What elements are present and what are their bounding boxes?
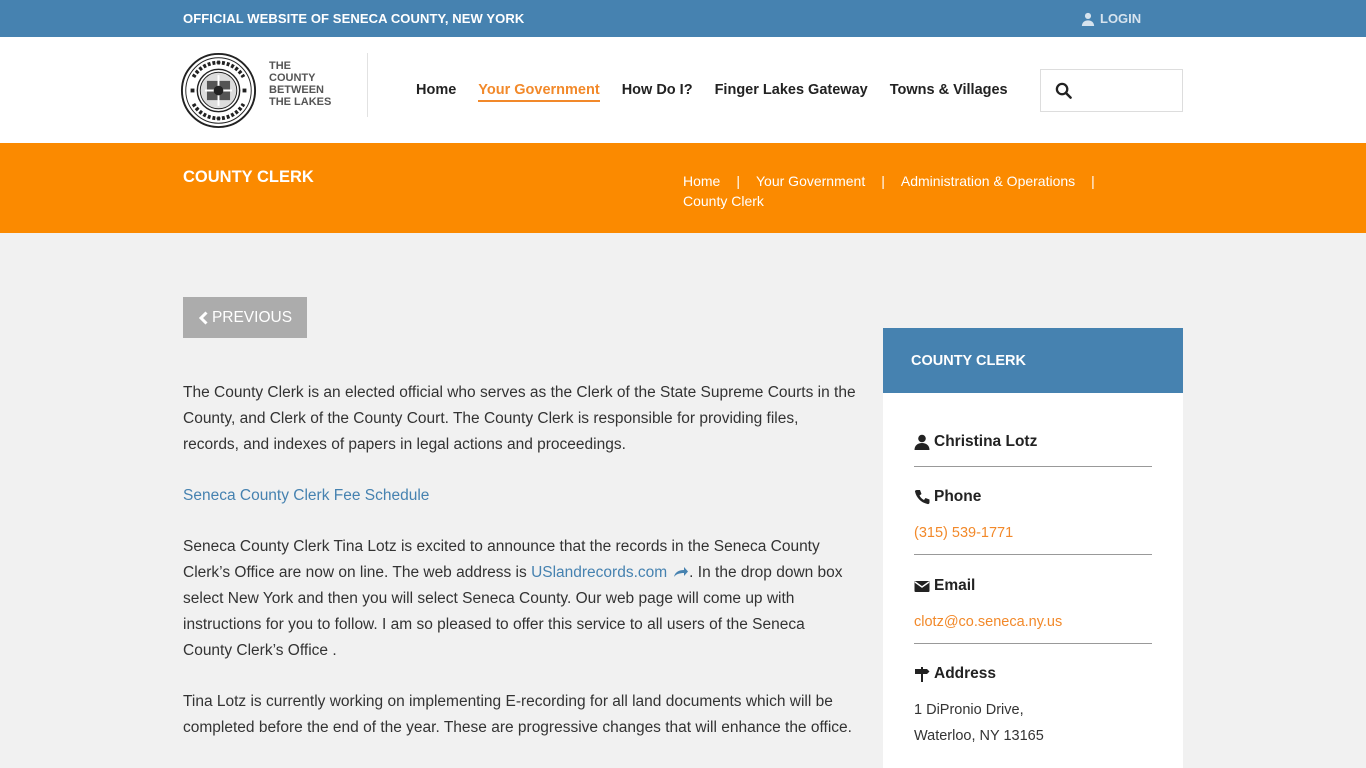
tagline-line: THE xyxy=(269,60,291,72)
official-website-label: OFFICIAL WEBSITE OF SENECA COUNTY, NEW Y… xyxy=(183,11,525,26)
phone-label-text: Phone xyxy=(934,488,982,505)
nav-your-government[interactable]: Your Government xyxy=(478,82,600,102)
nav-how-do-i[interactable]: How Do I? xyxy=(622,82,693,102)
contact-name-item: Christina Lotz xyxy=(914,433,1152,451)
envelope-icon xyxy=(914,581,930,592)
user-icon xyxy=(1081,12,1095,26)
sidebar-header: COUNTY CLERK xyxy=(883,328,1183,393)
tagline-line: BETWEEN xyxy=(269,84,324,96)
breadcrumb-home[interactable]: Home xyxy=(683,173,720,189)
divider xyxy=(914,643,1152,644)
email-link[interactable]: clotz@co.seneca.ny.us xyxy=(914,614,1062,630)
divider xyxy=(914,466,1152,467)
email-label-text: Email xyxy=(934,577,976,594)
county-seal-logo[interactable] xyxy=(180,52,257,129)
sidebar-title: COUNTY CLERK xyxy=(911,353,1026,369)
main-nav: Home Your Government How Do I? Finger La… xyxy=(416,82,1030,102)
previous-button[interactable]: PREVIOUS xyxy=(183,297,307,338)
divider xyxy=(914,554,1152,555)
signpost-icon xyxy=(915,667,930,682)
nav-home[interactable]: Home xyxy=(416,82,456,102)
breadcrumb-separator: | xyxy=(736,173,740,189)
search-box[interactable] xyxy=(1040,69,1183,112)
link-text: USlandrecords.com xyxy=(531,564,668,581)
user-icon xyxy=(914,434,930,450)
site-header: THE COUNTY BETWEEN THE LAKES Home Your G… xyxy=(0,37,1366,143)
contact-address-item: Address 1 DiPronio Drive, Waterloo, NY 1… xyxy=(914,665,1152,749)
breadcrumb-separator: | xyxy=(881,173,885,189)
breadcrumb: Home | Your Government | Administration & Op… xyxy=(683,171,1153,211)
nav-finger-lakes-gateway[interactable]: Finger Lakes Gateway xyxy=(715,82,868,102)
address-label: Address xyxy=(914,665,1152,683)
contact-email-item: Email clotz@co.seneca.ny.us xyxy=(914,577,1152,635)
top-bar: OFFICIAL WEBSITE OF SENECA COUNTY, NEW Y… xyxy=(0,0,1366,37)
page-title-band: COUNTY CLERK Home | Your Government | Admini… xyxy=(0,143,1366,233)
main-content: The County Clerk is an elected official … xyxy=(183,380,858,766)
email-label: Email xyxy=(914,577,1152,595)
phone-label: Phone xyxy=(914,488,1152,506)
nav-towns-villages[interactable]: Towns & Villages xyxy=(890,82,1008,102)
breadcrumb-your-government[interactable]: Your Government xyxy=(756,173,865,189)
erecording-paragraph: Tina Lotz is currently working on implem… xyxy=(183,693,852,736)
address-label-text: Address xyxy=(934,665,997,682)
tagline-line: THE LAKES xyxy=(269,96,332,108)
fee-schedule-link[interactable]: Seneca County Clerk Fee Schedule xyxy=(183,487,429,504)
search-input[interactable] xyxy=(1080,83,1175,98)
previous-label: PREVIOUS xyxy=(211,308,293,326)
breadcrumb-separator: | xyxy=(1091,173,1095,189)
address-line: 1 DiPronio Drive, xyxy=(914,702,1024,718)
intro-paragraph: The County Clerk is an elected official … xyxy=(183,384,856,453)
tagline: THE COUNTY BETWEEN THE LAKES xyxy=(269,60,349,108)
breadcrumb-current: County Clerk xyxy=(683,193,764,209)
login-label: LOGIN xyxy=(1100,11,1142,26)
uslandrecords-link[interactable]: USlandrecords.com xyxy=(531,564,689,581)
search-icon[interactable] xyxy=(1055,82,1072,99)
external-link-icon xyxy=(674,567,689,577)
breadcrumb-administration-operations[interactable]: Administration & Operations xyxy=(901,173,1075,189)
sidebar-contact-card: Christina Lotz Phone (315) 539-1771 Emai… xyxy=(883,393,1183,768)
online-records-paragraph: Seneca County Clerk Tina Lotz is excited… xyxy=(183,534,858,664)
address-line: Waterloo, NY 13165 xyxy=(914,728,1044,744)
header-divider xyxy=(367,53,368,117)
tagline-line: COUNTY xyxy=(269,72,316,84)
login-link[interactable]: LOGIN xyxy=(1081,11,1141,26)
phone-link[interactable]: (315) 539-1771 xyxy=(914,525,1013,541)
contact-phone-item: Phone (315) 539-1771 xyxy=(914,488,1152,546)
address-value: 1 DiPronio Drive, Waterloo, NY 13165 xyxy=(914,697,1152,749)
chevron-left-icon xyxy=(198,310,208,325)
phone-icon xyxy=(914,490,930,505)
contact-name: Christina Lotz xyxy=(934,433,1038,450)
contact-name-label: Christina Lotz xyxy=(914,433,1152,451)
page-title: COUNTY CLERK xyxy=(183,168,314,186)
